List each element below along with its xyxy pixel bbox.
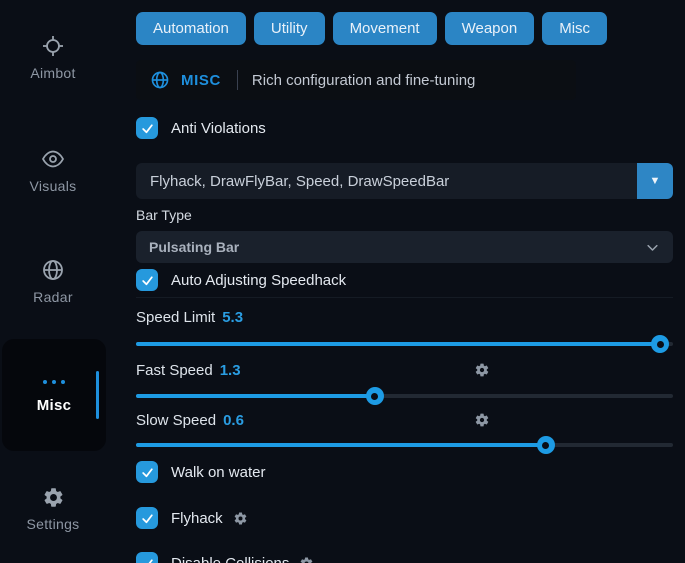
checkbox-label: Disable Collisions (171, 555, 289, 563)
slider-handle[interactable] (366, 387, 384, 405)
header-divider (237, 70, 238, 90)
checkbox-checked-icon[interactable] (136, 117, 158, 139)
sidebar-item-misc[interactable]: Misc (2, 339, 106, 451)
slow-speed-row: Slow Speed 0.6 (136, 411, 673, 430)
fast-speed-row: Fast Speed 1.3 (136, 361, 673, 380)
fast-speed-slider[interactable] (136, 387, 673, 405)
tab-bar: Automation Utility Movement Weapon Misc (136, 12, 673, 45)
sidebar-item-label: Misc (37, 397, 72, 414)
tab-misc[interactable]: Misc (542, 12, 607, 45)
checkbox-flyhack[interactable]: Flyhack (136, 507, 673, 529)
tab-automation[interactable]: Automation (136, 12, 246, 45)
checkbox-checked-icon[interactable] (136, 507, 158, 529)
speed-limit-slider[interactable] (136, 335, 673, 353)
cheat-menu-window: Aimbot Visuals Radar Mi (0, 0, 685, 563)
checkbox-checked-icon[interactable] (136, 552, 158, 563)
gear-icon[interactable] (474, 362, 490, 378)
bar-type-label: Bar Type (136, 207, 673, 224)
section-title: MISC (181, 72, 221, 89)
content-panel: Automation Utility Movement Weapon Misc … (136, 0, 673, 563)
gear-icon[interactable] (474, 412, 490, 428)
checkbox-walk-on-water[interactable]: Walk on water (136, 461, 673, 483)
slider-label: Fast Speed (136, 362, 213, 379)
sidebar-item-radar[interactable]: Radar (0, 257, 106, 305)
sidebar-item-label: Aimbot (0, 65, 106, 81)
slider-handle[interactable] (651, 335, 669, 353)
tab-weapon[interactable]: Weapon (445, 12, 535, 45)
bar-multiselect[interactable]: Flyhack, DrawFlyBar, Speed, DrawSpeedBar… (136, 163, 673, 199)
sidebar-item-settings[interactable]: Settings (0, 484, 106, 532)
slider-value: 0.6 (223, 412, 244, 429)
slider-fill (136, 394, 375, 398)
section-header: MISC Rich configuration and fine-tuning (136, 60, 576, 100)
crosshair-icon (0, 33, 106, 59)
checkbox-checked-icon[interactable] (136, 269, 158, 291)
slider-label: Slow Speed (136, 412, 216, 429)
speed-limit-row: Speed Limit 5.3 (136, 308, 673, 327)
slider-label: Speed Limit (136, 309, 215, 326)
bar-type-select[interactable]: Pulsating Bar (136, 231, 673, 263)
slider-fill (136, 443, 546, 447)
sidebar-item-label: Settings (0, 516, 106, 532)
sidebar-item-aimbot[interactable]: Aimbot (0, 33, 106, 81)
checkbox-anti-violations[interactable]: Anti Violations (136, 117, 673, 139)
eye-icon (0, 146, 106, 172)
gear-icon[interactable] (299, 556, 314, 563)
bar-multiselect-value[interactable]: Flyhack, DrawFlyBar, Speed, DrawSpeedBar (136, 163, 637, 199)
checkbox-auto-adjusting-speedhack[interactable]: Auto Adjusting Speedhack (136, 269, 673, 291)
checkbox-label: Auto Adjusting Speedhack (171, 272, 346, 289)
checkbox-checked-icon[interactable] (136, 461, 158, 483)
sidebar-item-label: Radar (0, 289, 106, 305)
sidebar: Aimbot Visuals Radar Mi (0, 0, 122, 563)
slider-value: 5.3 (222, 309, 243, 326)
slow-speed-slider[interactable] (136, 436, 673, 454)
checkbox-disable-collisions[interactable]: Disable Collisions (136, 552, 673, 563)
active-indicator (96, 371, 99, 419)
section-divider (136, 297, 673, 298)
checkbox-label: Anti Violations (171, 120, 266, 137)
bar-type-selected-value: Pulsating Bar (149, 239, 239, 255)
ellipsis-icon (43, 377, 65, 387)
dropdown-arrow-icon[interactable]: ▼ (637, 163, 673, 199)
globe-icon (0, 257, 106, 283)
slider-handle[interactable] (537, 436, 555, 454)
sidebar-item-visuals[interactable]: Visuals (0, 146, 106, 194)
slider-value: 1.3 (220, 362, 241, 379)
tab-utility[interactable]: Utility (254, 12, 325, 45)
tab-movement[interactable]: Movement (333, 12, 437, 45)
slider-fill (136, 342, 660, 346)
checkbox-label: Walk on water (171, 464, 265, 481)
globe-icon (150, 70, 170, 90)
gear-icon[interactable] (233, 511, 248, 526)
sidebar-item-label: Visuals (0, 178, 106, 194)
checkbox-label: Flyhack (171, 510, 223, 527)
gear-icon (0, 484, 106, 510)
section-subtitle: Rich configuration and fine-tuning (252, 72, 475, 89)
chevron-down-icon (645, 240, 660, 255)
